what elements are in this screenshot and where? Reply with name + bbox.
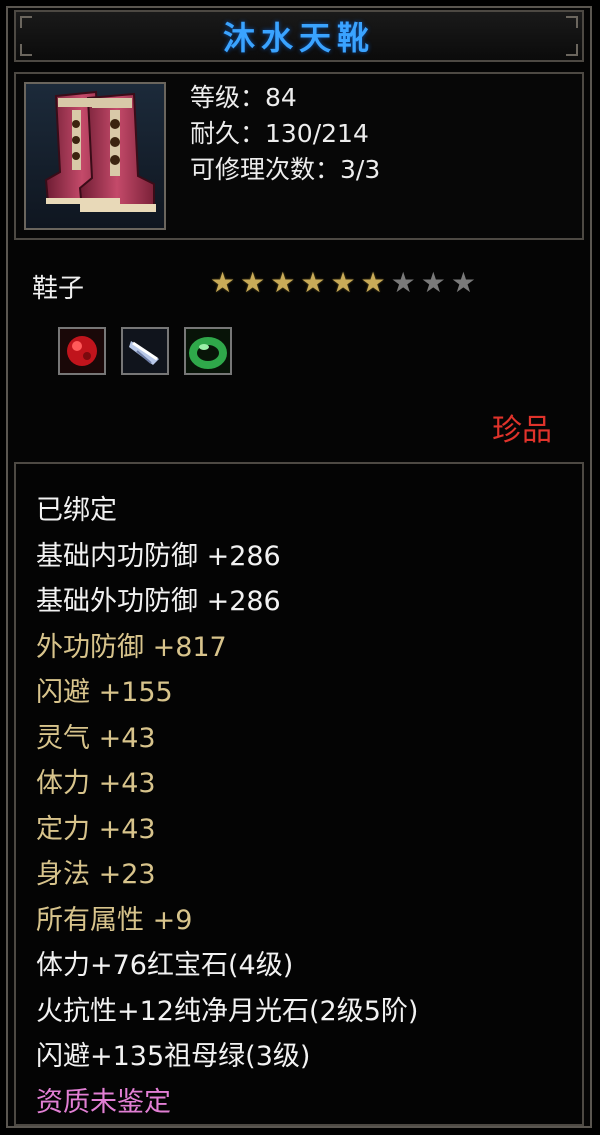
star-lit-icon: ★ xyxy=(270,266,296,299)
attributes-panel: 已绑定 基础内功防御 +286 基础外功防御 +286 外功防御 +817 闪避… xyxy=(14,462,584,1126)
quality-label: 珍品 xyxy=(492,413,552,448)
attribute-line: 闪避 +155 xyxy=(36,677,173,708)
boots-icon[interactable] xyxy=(24,82,166,230)
attribute-line: 定力 +43 xyxy=(36,813,156,845)
item-type-label: 鞋子 xyxy=(32,274,85,304)
corner-ornament xyxy=(566,44,578,56)
corner-ornament xyxy=(20,16,32,28)
attribute-line: 已绑定 xyxy=(36,495,117,526)
attribute-line: 体力 +43 xyxy=(36,768,156,799)
item-info-panel: 等级：84 耐久：130/214 可修理次数：3/3 xyxy=(14,72,584,240)
star-lit-icon: ★ xyxy=(210,266,236,299)
durability-stat: 耐久：130/214 xyxy=(190,119,369,148)
corner-ornament xyxy=(566,16,578,28)
attribute-line: 体力+76红宝石(4级) xyxy=(36,950,294,981)
star-lit-icon: ★ xyxy=(300,266,326,299)
star-lit-icon: ★ xyxy=(330,266,356,299)
attribute-line: 资质未鉴定 xyxy=(36,1086,171,1118)
item-stats: 等级：84 耐久：130/214 可修理次数：3/3 xyxy=(190,80,380,188)
attribute-line: 身法 +23 xyxy=(36,859,156,890)
corner-ornament xyxy=(20,44,32,56)
title-bar: 沐水天靴 xyxy=(14,10,584,62)
repair-count-stat: 可修理次数：3/3 xyxy=(190,155,381,184)
item-name: 沐水天靴 xyxy=(222,19,375,57)
attribute-line: 灵气 +43 xyxy=(36,722,156,754)
star-empty-icon: ★ xyxy=(420,266,446,299)
level-stat: 等级：84 xyxy=(190,83,297,112)
attribute-line: 基础外功防御 +286 xyxy=(36,586,281,617)
moonstone-gem-icon[interactable] xyxy=(121,327,169,375)
attribute-line: 闪避+135祖母绿(3级) xyxy=(36,1041,311,1072)
attribute-line: 外功防御 +817 xyxy=(36,631,227,663)
attribute-list: 已绑定 基础内功防御 +286 基础外功防御 +286 外功防御 +817 闪避… xyxy=(36,488,418,1125)
star-lit-icon: ★ xyxy=(360,266,386,299)
star-rating: ★ ★ ★ ★ ★ ★ ★ ★ ★ xyxy=(210,268,476,298)
star-empty-icon: ★ xyxy=(450,266,476,299)
star-lit-icon: ★ xyxy=(240,266,266,299)
attribute-line: 基础内功防御 +286 xyxy=(36,540,281,572)
ruby-gem-icon[interactable] xyxy=(58,327,106,375)
attribute-line: 所有属性 +9 xyxy=(36,904,193,936)
jade-ring-gem-icon[interactable] xyxy=(184,327,232,375)
star-empty-icon: ★ xyxy=(390,266,416,299)
attribute-line: 火抗性+12纯净月光石(2级5阶) xyxy=(36,995,419,1027)
